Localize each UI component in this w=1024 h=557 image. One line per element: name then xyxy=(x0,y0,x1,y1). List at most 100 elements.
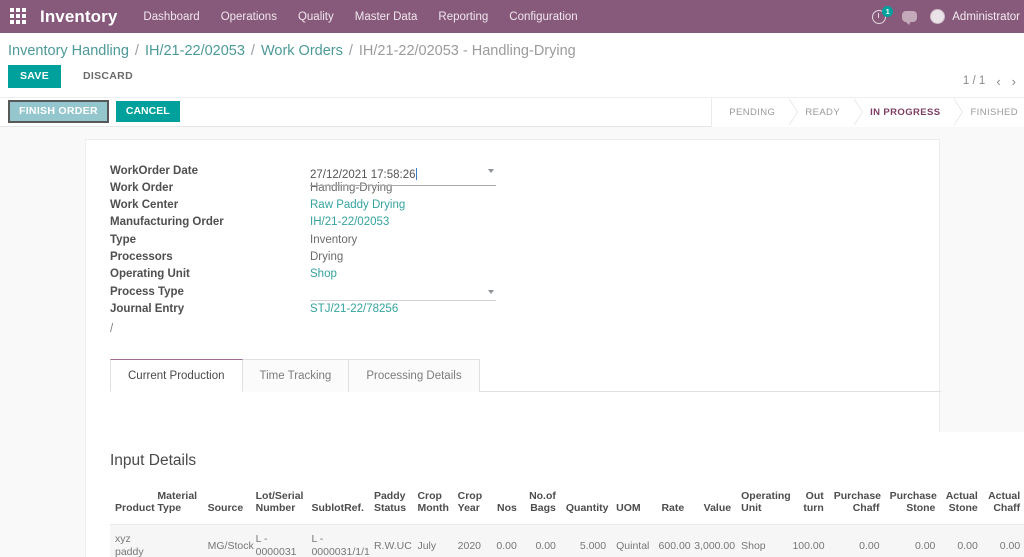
cell-product[interactable]: xyz paddy xyxy=(110,524,153,557)
chevron-right-icon[interactable]: › xyxy=(1012,74,1016,89)
status-bar: FINISH ORDER CANCEL PENDING READY IN PRO… xyxy=(0,96,1024,127)
input-details-title: Input Details xyxy=(110,451,197,469)
status-pipeline: PENDING READY IN PROGRESS FINISHED xyxy=(711,97,1024,127)
menu-item-configuration[interactable]: Configuration xyxy=(509,8,577,26)
cell-rate[interactable]: 600.00 xyxy=(653,524,691,557)
breadcrumb-item-order-ref[interactable]: IH/21-22/02053 xyxy=(145,43,245,59)
column-header-no-of-bags[interactable]: No.of Bags xyxy=(521,485,561,526)
menu-item-reporting[interactable]: Reporting xyxy=(438,8,488,26)
menu-item-quality[interactable]: Quality xyxy=(298,8,334,26)
breadcrumb-separator: / xyxy=(250,43,255,59)
form-fields: WorkOrder Date 27/12/2021 17:58:26 Work … xyxy=(86,140,939,338)
finish-order-button[interactable]: FINISH ORDER xyxy=(8,100,109,123)
field-row-manufacturing-order: Manufacturing Order IH/21-22/02053 xyxy=(110,216,939,233)
tab-time-tracking[interactable]: Time Tracking xyxy=(242,359,350,393)
clock-activity-icon[interactable]: 1 xyxy=(872,6,894,25)
column-header-uom[interactable]: UOM xyxy=(611,485,654,526)
field-row-work-order: Work Order Handling-Drying xyxy=(110,182,939,199)
menu-item-master-data[interactable]: Master Data xyxy=(355,8,418,26)
label-type: Type xyxy=(110,233,136,246)
column-header-actual-chaff[interactable]: Actual Chaff xyxy=(982,485,1024,526)
user-name-label: Administrator xyxy=(952,10,1020,23)
label-process-type: Process Type xyxy=(110,285,184,298)
field-row-trailing: / xyxy=(110,320,939,337)
cell-operating-unit[interactable]: Shop xyxy=(736,524,788,557)
status-step-in-progress[interactable]: IN PROGRESS xyxy=(853,97,964,127)
cell-no-of-bags[interactable]: 0.00 xyxy=(521,524,561,557)
cell-material-type[interactable] xyxy=(152,524,203,557)
cell-lot-serial-number[interactable]: L -0000031 xyxy=(250,524,307,557)
cell-nos[interactable]: 0.00 xyxy=(489,524,522,557)
main-menu: Dashboard Operations Quality Master Data… xyxy=(143,8,577,26)
apps-grid-icon[interactable] xyxy=(10,7,28,26)
chat-bubble-icon[interactable] xyxy=(902,11,918,25)
caret-down-icon[interactable] xyxy=(488,289,494,294)
column-header-quantity[interactable]: Quantity xyxy=(560,485,612,526)
menu-item-dashboard[interactable]: Dashboard xyxy=(143,8,199,26)
tab-processing-details[interactable]: Processing Details xyxy=(349,359,480,393)
cell-quantity[interactable]: 5.000 xyxy=(560,524,612,557)
cell-out-turn[interactable]: 100.00 xyxy=(787,524,829,557)
tab-current-production[interactable]: Current Production xyxy=(110,359,243,393)
cell-actual-chaff[interactable]: 0.00 xyxy=(982,524,1024,557)
cancel-button[interactable]: CANCEL xyxy=(115,101,180,122)
workorder-date-input[interactable]: 27/12/2021 17:58:26 xyxy=(310,165,496,186)
operating-unit-value[interactable]: Shop xyxy=(310,268,337,280)
cell-paddy-status[interactable]: R.W.UC xyxy=(368,524,413,557)
column-header-actual-stone[interactable]: Actual Stone xyxy=(940,485,983,526)
control-panel: Inventory Handling / IH/21-22/02053 / Wo… xyxy=(0,33,1024,97)
cell-purchase-stone[interactable]: 0.00 xyxy=(884,524,941,557)
top-navbar: Inventory Dashboard Operations Quality M… xyxy=(0,0,1024,33)
column-header-lot-serial-number[interactable]: Lot/Serial Number xyxy=(250,485,307,526)
breadcrumb-item-inventory-handling[interactable]: Inventory Handling xyxy=(8,43,129,59)
column-header-product[interactable]: Product xyxy=(110,485,155,526)
work-center-value[interactable]: Raw Paddy Drying xyxy=(310,199,405,211)
field-row-type: Type Inventory xyxy=(110,234,939,251)
cell-source[interactable]: MG/Stock xyxy=(202,524,254,557)
cell-crop-month[interactable]: July xyxy=(412,524,453,557)
save-button[interactable]: SAVE xyxy=(8,65,62,88)
breadcrumb-item-work-orders[interactable]: Work Orders xyxy=(261,43,343,59)
cell-value[interactable]: 3,000.00 xyxy=(689,524,737,557)
column-header-value[interactable]: Value xyxy=(689,485,737,526)
column-header-purchase-stone[interactable]: Purchase Stone xyxy=(884,485,941,526)
label-processors: Processors xyxy=(110,250,173,263)
cell-uom[interactable]: Quintal xyxy=(611,524,654,557)
discard-button[interactable]: DISCARD xyxy=(71,65,145,88)
column-header-crop-year[interactable]: Crop Year xyxy=(452,485,490,526)
form-sheet: WorkOrder Date 27/12/2021 17:58:26 Work … xyxy=(85,138,941,432)
text-cursor xyxy=(415,167,417,180)
cell-sublotref[interactable]: L -0000031/1/1 xyxy=(306,524,370,557)
cell-actual-stone[interactable]: 0.00 xyxy=(940,524,983,557)
column-header-paddy-status[interactable]: Paddy Status xyxy=(368,485,413,526)
cell-crop-year[interactable]: 2020 xyxy=(452,524,490,557)
input-details-table-wrap: Product Material Type Source Lot/Serial Num… xyxy=(86,470,1024,557)
column-header-source[interactable]: Source xyxy=(202,485,251,526)
process-type-input[interactable] xyxy=(310,286,496,301)
status-step-finished[interactable]: FINISHED xyxy=(953,97,1024,127)
record-action-row: SAVE DISCARD 1 / 1 ‹ › xyxy=(0,63,1024,97)
column-header-nos[interactable]: Nos xyxy=(489,485,522,526)
user-menu[interactable]: Administrator xyxy=(930,9,1020,24)
status-step-pending[interactable]: PENDING xyxy=(712,97,799,127)
trailing-slash-text: / xyxy=(110,323,114,336)
cell-purchase-chaff[interactable]: 0.00 xyxy=(828,524,885,557)
table-row[interactable]: xyz paddy MG/Stock L -0000031 L -0000031/1/1… xyxy=(110,524,1024,557)
manufacturing-order-value[interactable]: IH/21-22/02053 xyxy=(310,216,389,228)
column-header-out-turn[interactable]: Out turn xyxy=(787,485,829,526)
column-header-sublotref[interactable]: SublotRef. xyxy=(306,485,369,526)
column-header-purchase-chaff[interactable]: Purchase Chaff xyxy=(828,485,885,526)
journal-entry-value[interactable]: STJ/21-22/78256 xyxy=(310,303,398,315)
app-brand-title[interactable]: Inventory xyxy=(40,7,117,27)
breadcrumb-current-record: IH/21-22/02053 - Handling-Drying xyxy=(358,43,576,59)
column-header-rate[interactable]: Rate xyxy=(653,485,690,526)
field-row-operating-unit: Operating Unit Shop xyxy=(110,268,939,285)
label-workorder-date: WorkOrder Date xyxy=(110,164,198,177)
column-header-material-type[interactable]: Material Type xyxy=(152,485,203,526)
label-work-center: Work Center xyxy=(110,199,179,212)
column-header-crop-month[interactable]: Crop Month xyxy=(412,485,453,526)
chevron-left-icon[interactable]: ‹ xyxy=(996,74,1000,89)
menu-item-operations[interactable]: Operations xyxy=(221,8,277,26)
column-header-operating-unit[interactable]: Operating Unit xyxy=(736,485,791,526)
caret-down-icon[interactable] xyxy=(488,168,494,173)
